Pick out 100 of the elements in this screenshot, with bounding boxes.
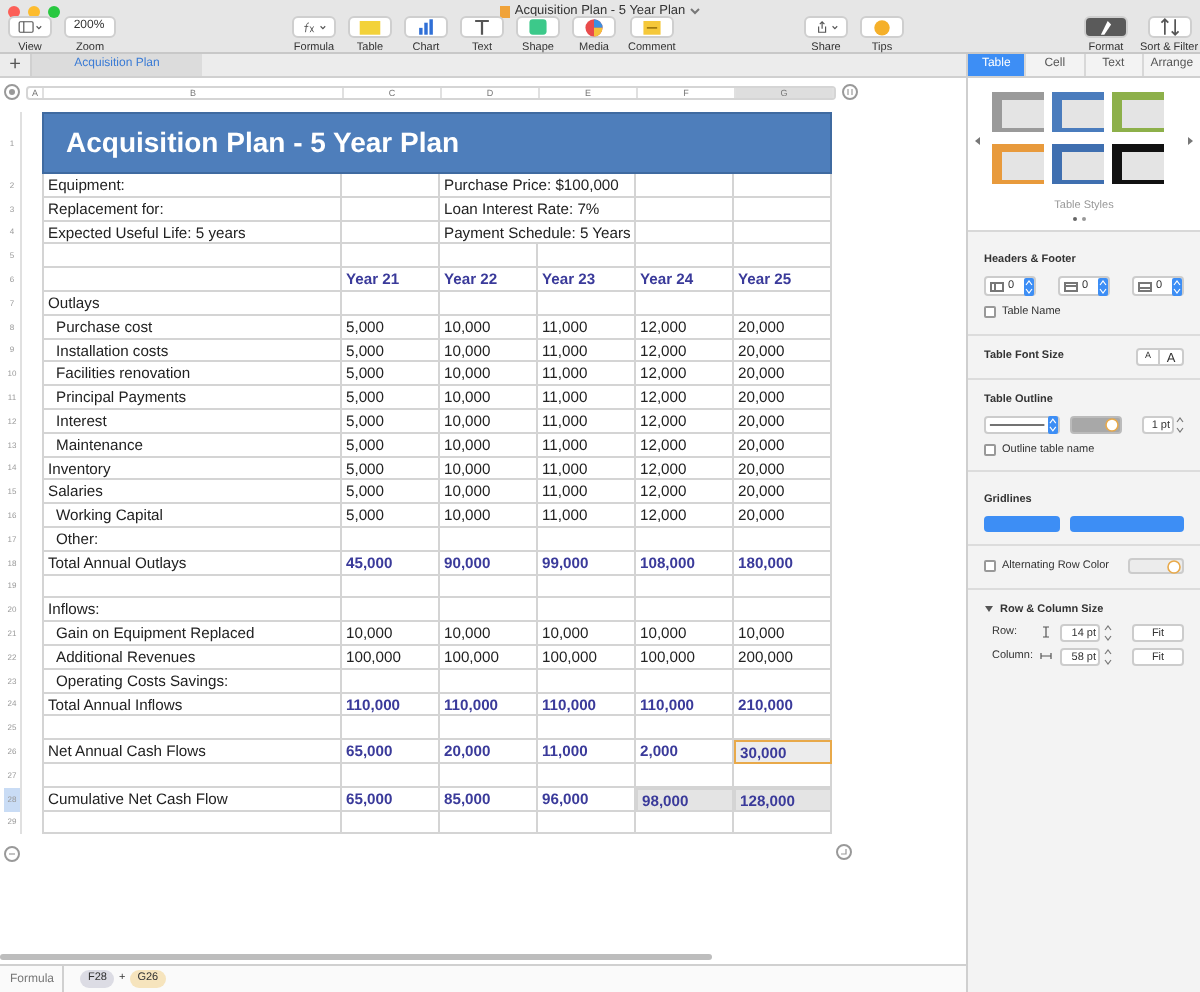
- function-icon: [302, 16, 319, 38]
- table-cell[interactable]: [342, 527, 440, 552]
- share-icon: [814, 16, 831, 38]
- table-cell[interactable]: [342, 244, 440, 269]
- table-cell[interactable]: [734, 244, 832, 269]
- table-cell[interactable]: [42, 716, 342, 741]
- footer-rows-icon: [1138, 281, 1152, 292]
- table-cell[interactable]: [734, 174, 832, 198]
- table-cell[interactable]: [538, 575, 636, 599]
- table-cell[interactable]: [636, 598, 734, 623]
- table-cell[interactable]: [636, 244, 734, 269]
- table-cell[interactable]: [538, 763, 636, 788]
- header-columns-icon: [1064, 281, 1078, 292]
- table-cell[interactable]: [636, 575, 734, 599]
- table-cell[interactable]: [342, 575, 440, 599]
- checkbox[interactable]: [984, 443, 996, 456]
- add-row-icon: [4, 846, 20, 862]
- header-rows-icon: [990, 281, 1004, 292]
- table-cell[interactable]: [538, 669, 636, 694]
- table-cell[interactable]: [440, 527, 538, 552]
- table-style-thumbnail[interactable]: [1112, 92, 1164, 132]
- table-cell[interactable]: [636, 716, 734, 741]
- table-cell[interactable]: [538, 716, 636, 741]
- color-well[interactable]: [1128, 558, 1184, 575]
- checkbox[interactable]: [984, 560, 996, 573]
- table-cell[interactable]: [636, 174, 734, 198]
- table-cell[interactable]: [636, 221, 734, 245]
- table-style-thumbnail[interactable]: [1052, 144, 1104, 184]
- table-cell[interactable]: [42, 575, 342, 599]
- table-cell[interactable]: [734, 197, 832, 222]
- table-cell[interactable]: [538, 811, 636, 835]
- table-cell[interactable]: [636, 291, 734, 316]
- text-icon: [470, 16, 494, 38]
- color-well[interactable]: [1070, 415, 1122, 434]
- table-style-thumbnail[interactable]: [992, 144, 1044, 184]
- stepper-arrows-icon: [1104, 647, 1112, 666]
- stepper-arrows-icon: [1176, 415, 1184, 434]
- table-cell[interactable]: [734, 598, 832, 623]
- table-cell[interactable]: [440, 763, 538, 788]
- table-style-thumbnail[interactable]: [1052, 92, 1104, 132]
- table-cell[interactable]: [440, 575, 538, 599]
- next-icon: [1186, 136, 1194, 146]
- table-cell[interactable]: [342, 291, 440, 316]
- bar-chart-icon: [414, 16, 438, 38]
- stepper-arrows-icon: [1048, 415, 1058, 434]
- table-cell[interactable]: [734, 811, 832, 835]
- table-cell[interactable]: [734, 221, 832, 245]
- color-wheel-icon: [1166, 559, 1182, 574]
- table-cell[interactable]: [538, 291, 636, 316]
- sort-icon: [1157, 16, 1182, 38]
- sidebar-icon: [18, 16, 35, 38]
- table-cell[interactable]: [42, 811, 342, 835]
- table-cell[interactable]: [342, 221, 440, 245]
- checkbox[interactable]: [984, 306, 996, 319]
- table-cell[interactable]: [734, 291, 832, 316]
- table-cell[interactable]: [636, 669, 734, 694]
- table-cell[interactable]: [342, 811, 440, 835]
- note-icon: [639, 16, 664, 38]
- add-column-icon: [842, 84, 858, 100]
- resize-table-icon: [836, 844, 852, 860]
- table-cell[interactable]: [636, 811, 734, 835]
- table-cell[interactable]: [538, 598, 636, 623]
- table-cell[interactable]: [538, 527, 636, 552]
- zoom-window-icon: [48, 6, 60, 18]
- square-icon: [526, 16, 550, 38]
- table-cell[interactable]: [440, 669, 538, 694]
- table-icon: [358, 16, 382, 38]
- table-cell[interactable]: [636, 197, 734, 222]
- table-cell[interactable]: [636, 527, 734, 552]
- table-cell[interactable]: [342, 669, 440, 694]
- table-cell[interactable]: [342, 197, 440, 222]
- table-cell[interactable]: [42, 268, 342, 292]
- stepper-arrows-icon: [1024, 277, 1034, 296]
- page-dots-icon: [1072, 216, 1088, 222]
- table-cell[interactable]: [342, 174, 440, 198]
- table-style-thumbnail[interactable]: [1112, 144, 1164, 184]
- gridlines-button[interactable]: [1070, 516, 1184, 533]
- table-cell[interactable]: [440, 716, 538, 741]
- lightbulb-icon: [870, 16, 894, 38]
- scrollbar[interactable]: [0, 954, 712, 960]
- table-cell[interactable]: [734, 669, 832, 694]
- color-wheel-icon: [1104, 417, 1120, 432]
- gridlines-button[interactable]: [984, 516, 1060, 533]
- stepper-arrows-icon: [1172, 277, 1182, 296]
- table-cell[interactable]: [42, 244, 342, 269]
- table-cell[interactable]: [538, 244, 636, 269]
- previous-icon: [974, 136, 982, 146]
- table-cell[interactable]: [440, 291, 538, 316]
- table-cell[interactable]: [42, 763, 342, 788]
- table-cell[interactable]: [342, 763, 440, 788]
- table-cell[interactable]: [440, 244, 538, 269]
- table-cell[interactable]: [734, 575, 832, 599]
- table-cell[interactable]: [734, 527, 832, 552]
- table-style-thumbnail[interactable]: [992, 92, 1044, 132]
- table-cell[interactable]: [342, 598, 440, 623]
- chevron-icon: [36, 23, 42, 31]
- table-cell[interactable]: [342, 716, 440, 741]
- line-style-popup[interactable]: [984, 415, 1060, 434]
- table-cell[interactable]: [440, 811, 538, 835]
- table-cell[interactable]: [440, 598, 538, 623]
